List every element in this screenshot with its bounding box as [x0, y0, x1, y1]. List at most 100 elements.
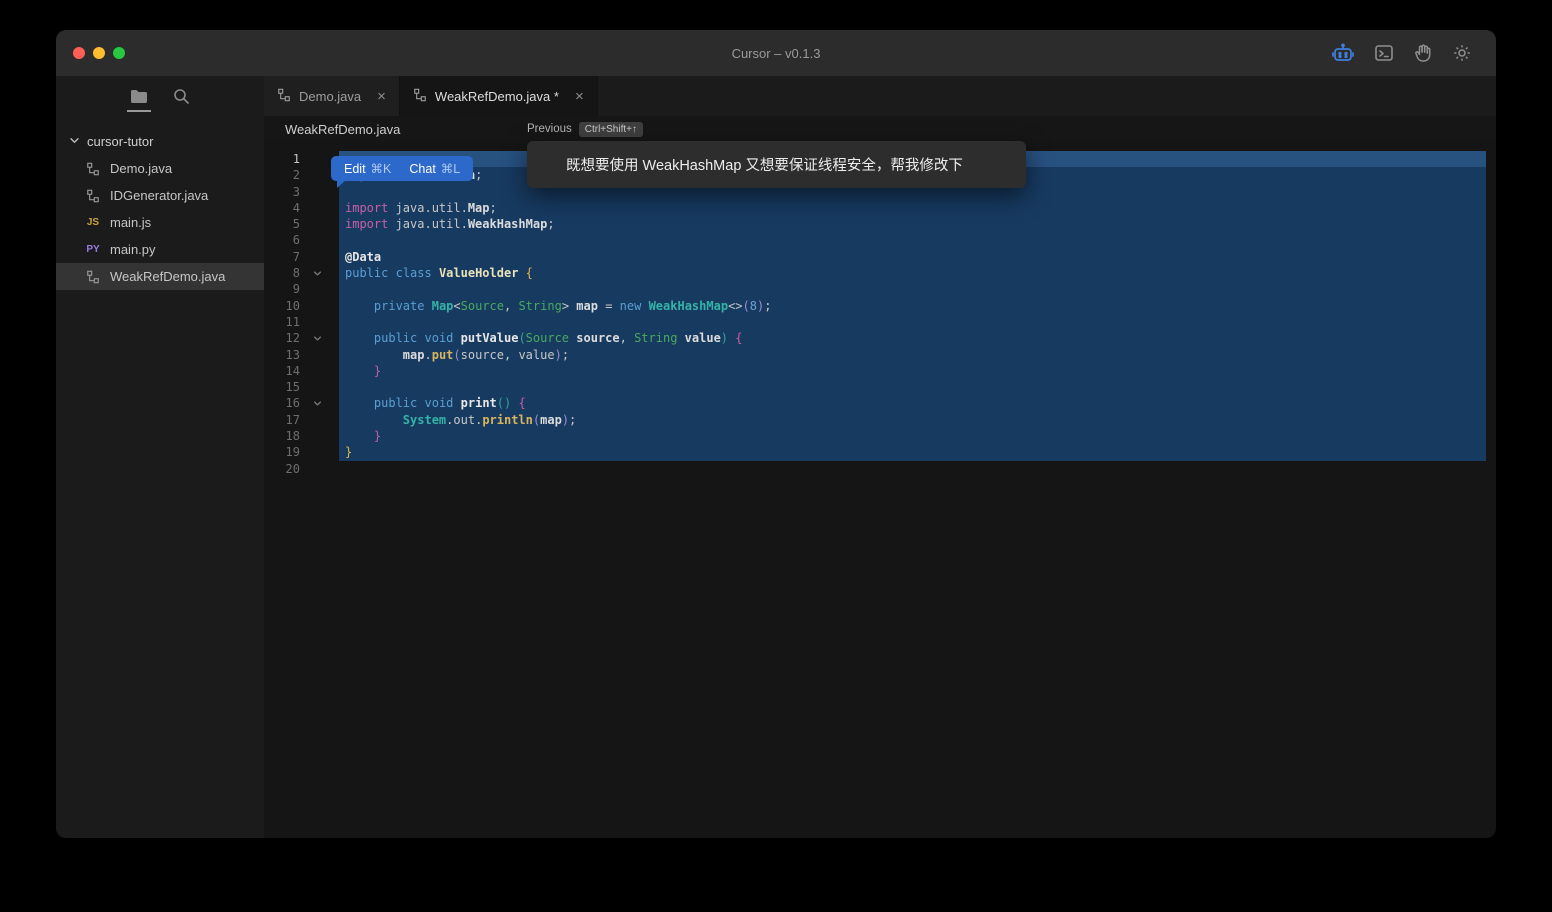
java-file-icon [84, 162, 102, 176]
code-text: } [339, 428, 1486, 445]
code-editor[interactable]: 12import lombok.Data;34import java.util.… [264, 142, 1496, 838]
code-text [339, 281, 1486, 298]
robot-icon[interactable] [1331, 43, 1355, 63]
tab-label: WeakRefDemo.java * [434, 88, 559, 104]
sidebar-item-IDGenerator.java[interactable]: IDGenerator.java [56, 182, 264, 209]
code-line-7[interactable]: 7 @Data [264, 248, 1496, 266]
line-number: 20 [285, 461, 300, 476]
sidebar-item-main.js[interactable]: JS main.js [56, 209, 264, 236]
java-file-icon [84, 270, 102, 284]
sidebar: cursor-tutor Demo.java IDGenerator.java JS… [56, 76, 264, 838]
folder-name: cursor-tutor [87, 134, 154, 149]
code-text: System.out.println(map); [339, 411, 1486, 429]
code-line-15[interactable]: 15 [264, 379, 1496, 396]
breadcrumb[interactable]: WeakRefDemo.java [285, 122, 400, 137]
code-line-9[interactable]: 9 [264, 281, 1496, 298]
fold-gutter [300, 347, 339, 363]
fold-gutter [300, 444, 339, 460]
minimize-window-button[interactable] [93, 47, 105, 59]
code-text: public class ValueHolder { [339, 265, 1486, 282]
fold-chevron-icon[interactable] [300, 265, 339, 281]
fold-chevron-icon[interactable] [300, 395, 339, 411]
search-icon[interactable] [173, 88, 190, 105]
editor-area: Demo.java × WeakRefDemo.java * × WeakRefDem… [264, 76, 1496, 838]
line-number: 5 [292, 217, 300, 232]
fold-gutter [300, 428, 339, 444]
code-line-12[interactable]: 12 public void putValue(Source source, S… [264, 330, 1496, 347]
file-name: WeakRefDemo.java [110, 269, 226, 284]
code-line-8[interactable]: 8 public class ValueHolder { [264, 265, 1496, 282]
line-number: 17 [285, 412, 300, 427]
code-line-6[interactable]: 6 [264, 232, 1496, 249]
code-text: public void print() { [339, 395, 1486, 412]
line-number: 11 [285, 314, 300, 329]
titlebar-actions [1331, 30, 1472, 76]
file-name: IDGenerator.java [110, 188, 209, 203]
line-number: 15 [285, 380, 300, 395]
edit-button[interactable]: Edit ⌘K [344, 161, 391, 176]
fold-gutter [300, 184, 339, 200]
hand-wave-icon[interactable] [1413, 43, 1433, 63]
fold-gutter [300, 461, 339, 477]
fold-chevron-icon[interactable] [300, 330, 339, 346]
fold-gutter [300, 200, 339, 216]
java-file-icon [413, 88, 427, 105]
code-text: @Data [339, 248, 1486, 266]
code-line-19[interactable]: 19} [264, 444, 1496, 461]
line-number: 6 [292, 233, 300, 248]
line-number: 18 [285, 429, 300, 444]
code-text: import java.util.WeakHashMap; [339, 216, 1486, 233]
file-name: main.py [110, 242, 156, 257]
fold-gutter [300, 412, 339, 428]
close-icon[interactable]: × [377, 89, 386, 104]
line-number: 3 [292, 184, 300, 199]
line-number: 9 [292, 282, 300, 297]
edit-chat-popup: Edit ⌘K Chat ⌘L [331, 156, 474, 188]
fold-gutter [300, 249, 339, 265]
close-icon[interactable]: × [575, 89, 584, 104]
zoom-window-button[interactable] [113, 47, 125, 59]
sidebar-item-WeakRefDemo.java[interactable]: WeakRefDemo.java [56, 263, 264, 290]
previous-shortcut-badge: Ctrl+Shift+↑ [578, 121, 643, 137]
sidebar-header [56, 76, 264, 116]
line-number: 12 [285, 331, 300, 346]
settings-gear-icon[interactable] [1452, 43, 1472, 63]
code-line-11[interactable]: 11 [264, 313, 1496, 331]
line-number: 16 [285, 396, 300, 411]
previous-label: Previous [527, 123, 572, 135]
explorer-folder-icon[interactable] [127, 89, 151, 112]
folder-cursor-tutor[interactable]: cursor-tutor [56, 128, 264, 155]
code-line-16[interactable]: 16 public void print() { [264, 395, 1496, 412]
fold-gutter [300, 232, 339, 248]
sidebar-item-Demo.java[interactable]: Demo.java [56, 155, 264, 182]
code-line-14[interactable]: 14 } [264, 362, 1496, 380]
fold-gutter [300, 281, 339, 297]
terminal-icon[interactable] [1374, 43, 1394, 63]
file-tree: cursor-tutor Demo.java IDGenerator.java JS… [56, 116, 264, 290]
fold-gutter [300, 363, 339, 379]
prompt-tooltip: 既想要使用 WeakHashMap 又想要保证线程安全，帮我修改下 [527, 141, 1026, 188]
line-number: 8 [292, 266, 300, 281]
code-line-13[interactable]: 13 map.put(source, value); [264, 346, 1496, 363]
code-line-20[interactable]: 20 [264, 461, 1496, 477]
fold-gutter [300, 216, 339, 232]
breadcrumb-bar: WeakRefDemo.java Previous Ctrl+Shift+↑ [264, 116, 1496, 142]
js-file-icon: JS [86, 217, 100, 228]
line-number: 19 [285, 445, 300, 460]
sidebar-item-main.py[interactable]: PY main.py [56, 236, 264, 263]
chevron-down-icon [69, 134, 80, 149]
code-line-18[interactable]: 18 } [264, 428, 1496, 445]
line-number: 13 [285, 347, 300, 362]
tab-WeakRefDemo.java[interactable]: WeakRefDemo.java * × [399, 76, 598, 116]
code-text [339, 379, 1486, 396]
fold-gutter [300, 298, 339, 314]
code-line-10[interactable]: 10 private Map<Source, String> map = new… [264, 297, 1496, 314]
tab-Demo.java[interactable]: Demo.java × [264, 76, 400, 116]
code-line-17[interactable]: 17 System.out.println(map); [264, 411, 1496, 429]
line-number: 4 [292, 200, 300, 215]
chat-button[interactable]: Chat ⌘L [409, 161, 460, 176]
code-line-5[interactable]: 5 import java.util.WeakHashMap; [264, 216, 1496, 233]
close-window-button[interactable] [73, 47, 85, 59]
code-line-4[interactable]: 4 import java.util.Map; [264, 199, 1496, 217]
